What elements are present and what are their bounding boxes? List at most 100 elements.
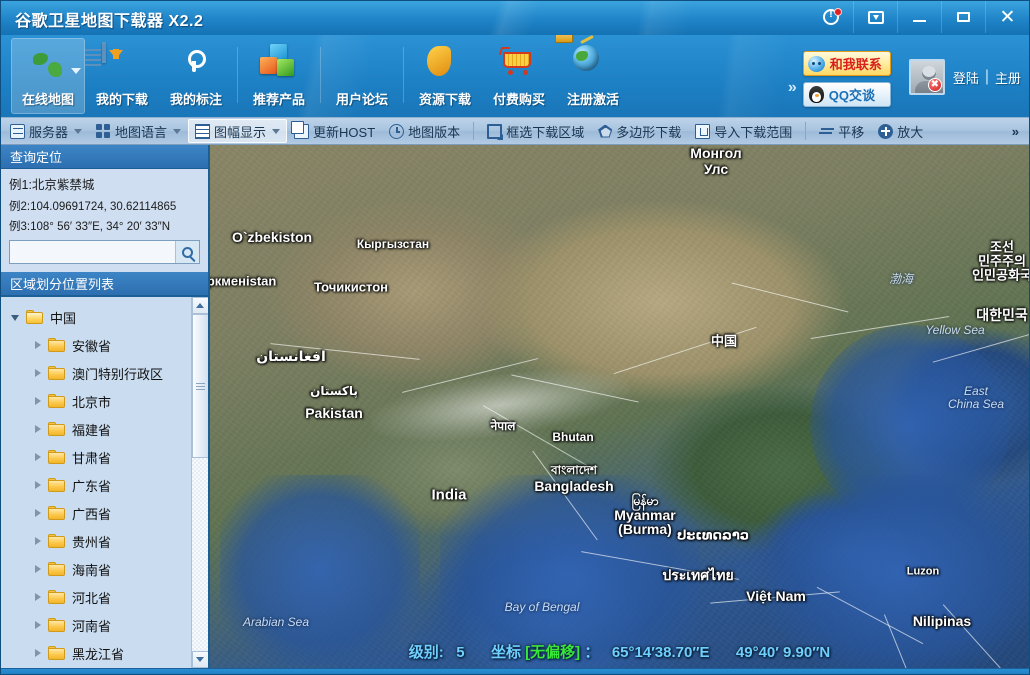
main-toolbar-items: 在线地图 我的下载 我的标注 推荐产品 [11, 35, 630, 114]
bottom-status-strip [1, 668, 1029, 675]
chevron-right-icon[interactable] [33, 648, 44, 659]
window-controls: ✕ [809, 1, 1029, 35]
chevron-up-icon [196, 303, 204, 308]
toolbar2-overflow-chevron-icon[interactable]: » [1012, 124, 1027, 139]
toolbar-button-register-activate[interactable]: 注册激活 [556, 38, 630, 114]
main-toolbar: 在线地图 我的下载 我的标注 推荐产品 [1, 35, 1029, 117]
chevron-down-icon[interactable] [74, 129, 82, 134]
chevron-right-icon[interactable] [33, 480, 44, 491]
chevron-right-icon[interactable] [33, 564, 44, 575]
toolbar-button-resource-download[interactable]: 资源下载 [408, 38, 482, 114]
toolbar2-label-map-version: 地图版本 [408, 122, 460, 141]
tree-item-root[interactable]: 中国 [1, 303, 191, 331]
contact-buttons: 和我联系 QQ交谈 [803, 51, 891, 107]
query-example-2: 例2:104.09691724, 30.62114865 [9, 200, 200, 214]
toolbar2-button-map-language[interactable]: 地图语言 [89, 119, 188, 143]
tree-item[interactable]: 湖北省 [1, 667, 191, 668]
chevron-right-icon[interactable] [33, 368, 44, 379]
toolbar2-button-tile-display[interactable]: 图幅显示 [188, 119, 287, 143]
toolbar2-button-zoom-in[interactable]: 放大 [871, 119, 930, 143]
toolbar2-label-polygon-download: 多边形下载 [616, 122, 681, 141]
chevron-down-icon[interactable] [173, 129, 181, 134]
region-tree-panel: 中国 安徽省澳门特别行政区北京市福建省甘肃省广东省广西省贵州省海南省河北省河南省… [1, 296, 208, 668]
clock-icon [389, 124, 404, 139]
contact-me-button[interactable]: 和我联系 [803, 51, 891, 76]
tree-item[interactable]: 澳门特别行政区 [1, 359, 191, 387]
chevron-right-icon[interactable] [33, 396, 44, 407]
minimize-to-tray-icon [868, 11, 884, 24]
scroll-down-button[interactable] [192, 651, 209, 668]
minimize-button[interactable] [897, 1, 941, 33]
toolbar-button-user-forum[interactable]: 用户论坛 [325, 38, 399, 114]
chevron-down-icon[interactable] [272, 129, 280, 134]
avatar-offline-badge-icon: ✖ [928, 78, 942, 92]
toolbar2-label-update-host: 更新HOST [313, 122, 375, 141]
tree-item[interactable]: 黑龙江省 [1, 639, 191, 667]
chevron-right-icon[interactable] [33, 592, 44, 603]
toolbar-button-online-map[interactable]: 在线地图 [11, 38, 85, 114]
search-button[interactable] [175, 241, 199, 263]
region-tree[interactable]: 中国 安徽省澳门特别行政区北京市福建省甘肃省广东省广西省贵州省海南省河北省河南省… [1, 297, 191, 668]
toolbar-button-my-markers[interactable]: 我的标注 [159, 38, 233, 114]
alert-button[interactable] [809, 1, 853, 33]
toolbar2-divider [805, 122, 806, 140]
tree-item[interactable]: 河南省 [1, 611, 191, 639]
login-link[interactable]: 登陆 [953, 68, 979, 87]
maximize-button[interactable] [941, 1, 985, 33]
chevron-right-icon[interactable] [33, 424, 44, 435]
tree-item[interactable]: 北京市 [1, 387, 191, 415]
tree-item[interactable]: 甘肃省 [1, 443, 191, 471]
main-toolbar-right-cluster: » 和我联系 QQ交谈 ✖ 登陆 | [788, 43, 1021, 107]
toolbar2-button-pan[interactable]: 平移 [812, 119, 871, 143]
tree-item[interactable]: 广西省 [1, 499, 191, 527]
tree-item[interactable]: 广东省 [1, 471, 191, 499]
tree-item-label: 中国 [50, 308, 76, 327]
sidebar: 查询定位 例1:北京紫禁城 例2:104.09691724, 30.621148… [1, 145, 210, 668]
toolbar-button-my-downloads[interactable]: 我的下载 [85, 38, 159, 114]
minimize-to-tray-button[interactable] [853, 1, 897, 33]
folder-icon [48, 506, 65, 520]
login-divider: | [985, 68, 989, 86]
tiles-icon [195, 124, 210, 139]
chevron-right-icon[interactable] [33, 620, 44, 631]
tree-item[interactable]: 贵州省 [1, 527, 191, 555]
chevron-right-icon[interactable] [33, 508, 44, 519]
qq-chat-button[interactable]: QQ交谈 [803, 82, 891, 107]
tree-item[interactable]: 海南省 [1, 555, 191, 583]
scrollbar-track[interactable] [192, 314, 209, 651]
tree-item[interactable]: 安徽省 [1, 331, 191, 359]
close-button[interactable]: ✕ [985, 1, 1029, 33]
satellite-imagery [210, 145, 1029, 668]
pan-icon [819, 124, 834, 139]
toolbar2-button-server[interactable]: 服务器 [3, 119, 89, 143]
register-link[interactable]: 主册 [995, 68, 1021, 87]
chevron-right-icon[interactable] [33, 452, 44, 463]
toolbar2-button-rect-download-area[interactable]: 框选下载区域 [480, 119, 591, 143]
tree-item[interactable]: 福建省 [1, 415, 191, 443]
toolbar-button-recommended-products[interactable]: 推荐产品 [242, 38, 316, 114]
minimize-icon [913, 20, 926, 22]
window-title: 谷歌卫星地图下载器 X2.2 [15, 7, 203, 31]
chevron-down-icon[interactable] [71, 68, 81, 74]
chevron-right-icon[interactable] [33, 340, 44, 351]
tree-item[interactable]: 河北省 [1, 583, 191, 611]
avatar[interactable]: ✖ [909, 59, 945, 95]
map-canvas[interactable]: 级别: 5 坐标 [无偏移] ： 65°14′38.70″E 49°40′ 9.… [210, 145, 1029, 668]
toolbar-button-purchase[interactable]: 付费购买 [482, 38, 556, 114]
chevron-down-icon[interactable] [11, 312, 22, 323]
key-lock-icon [573, 44, 613, 84]
chevron-right-icon[interactable] [33, 536, 44, 547]
scroll-up-button[interactable] [192, 297, 209, 314]
tree-item-label: 黑龙江省 [72, 644, 124, 663]
toolbar2-button-import-range[interactable]: 导入下载范围 [688, 119, 799, 143]
tree-scrollbar[interactable] [191, 297, 208, 668]
toolbar2-label-rect-download-area: 框选下载区域 [506, 122, 584, 141]
toolbar2-button-update-host[interactable]: 更新HOST [287, 119, 382, 143]
toolbar2-button-map-version[interactable]: 地图版本 [382, 119, 467, 143]
folder-icon [48, 422, 65, 436]
toolbar2-button-polygon-download[interactable]: 多边形下载 [591, 119, 688, 143]
search-input[interactable] [10, 241, 175, 263]
toolbar-overflow-chevron-icon[interactable]: » [788, 79, 797, 97]
scrollbar-thumb[interactable] [192, 314, 209, 458]
users-icon [342, 44, 382, 84]
